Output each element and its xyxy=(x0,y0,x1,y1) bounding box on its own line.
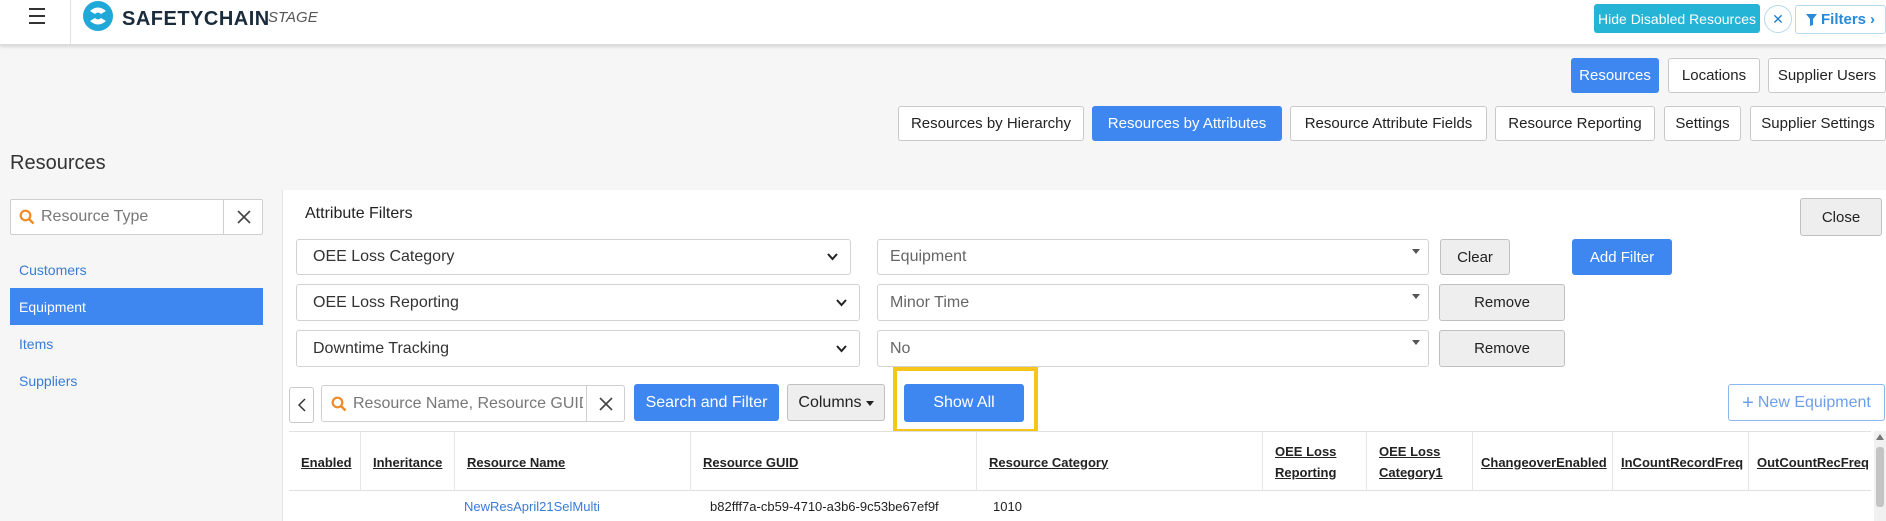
remove-filter-button-2[interactable]: Remove xyxy=(1439,284,1565,321)
resource-search-input[interactable]: Resource Name, Resource GUID xyxy=(321,385,625,422)
column-header-inheritance[interactable]: Inheritance xyxy=(361,432,455,492)
safetychain-logo-icon xyxy=(83,1,113,31)
scroll-up-icon[interactable] xyxy=(1876,434,1884,440)
resource-name-link[interactable]: NewResApril21SelMulti xyxy=(464,491,600,521)
tab-supplier-settings[interactable]: Supplier Settings xyxy=(1750,106,1886,141)
brand-name: SAFETYCHAIN xyxy=(122,8,270,30)
attribute-value-1: Equipment xyxy=(890,248,967,265)
nav-supplier-users-button[interactable]: Supplier Users xyxy=(1768,58,1886,93)
tab-settings[interactable]: Settings xyxy=(1664,106,1741,141)
remove-filter-button-3[interactable]: Remove xyxy=(1439,330,1565,367)
tab-resource-reporting[interactable]: Resource Reporting xyxy=(1495,106,1655,141)
resource-search-placeholder: Resource Name, Resource GUID xyxy=(353,395,583,412)
attribute-value-select-3[interactable]: No xyxy=(877,330,1429,367)
column-header-outcount-rec-freq[interactable]: OutCountRecFreq xyxy=(1749,432,1871,492)
scrollbar-thumb[interactable] xyxy=(1876,447,1884,507)
highlight-box xyxy=(893,367,1038,433)
attribute-select-1[interactable]: OEE Loss Category xyxy=(296,239,851,275)
plus-icon: + xyxy=(1742,391,1754,414)
columns-label: Columns xyxy=(798,393,862,411)
chevron-left-icon xyxy=(297,398,306,412)
tab-resources-by-attributes[interactable]: Resources by Attributes xyxy=(1092,106,1282,141)
column-header-resource-category[interactable]: Resource Category xyxy=(977,432,1263,492)
column-header-oee-loss-reporting[interactable]: OEE Loss Reporting xyxy=(1263,432,1367,492)
attribute-value-select-2[interactable]: Minor Time xyxy=(877,284,1429,321)
resource-type-search[interactable]: Resource Type xyxy=(10,199,263,235)
resource-guid-cell: b82fff7a-cb59-4710-a3b6-9c53be67ef9f xyxy=(710,498,939,514)
attribute-select-3-value: Downtime Tracking xyxy=(313,339,450,357)
sidebar-item-items[interactable]: Items xyxy=(10,325,263,362)
resource-category-cell: 1010 xyxy=(993,498,1022,514)
caret-down-icon xyxy=(1412,249,1420,254)
top-bar: SAFETYCHAIN STAGE Hide Disabled Resource… xyxy=(0,0,1886,45)
new-equipment-button[interactable]: + New Equipment xyxy=(1728,384,1885,421)
clear-search-button[interactable] xyxy=(586,386,624,421)
search-and-filter-button[interactable]: Search and Filter xyxy=(634,384,779,421)
clear-filters-button[interactable]: ✕ xyxy=(1764,5,1792,33)
resource-type-placeholder: Resource Type xyxy=(41,208,149,225)
funnel-icon xyxy=(1805,13,1817,26)
sidebar-item-customers[interactable]: Customers xyxy=(10,251,263,288)
columns-button[interactable]: Columns xyxy=(787,384,885,421)
attribute-select-2-value: OEE Loss Reporting xyxy=(313,293,459,311)
caret-down-icon xyxy=(1412,340,1420,345)
filters-label: Filters xyxy=(1820,11,1866,28)
chevron-right-icon: › xyxy=(1870,11,1875,28)
tab-resources-by-hierarchy[interactable]: Resources by Hierarchy xyxy=(898,106,1084,141)
close-icon xyxy=(598,396,613,411)
new-equipment-label: New Equipment xyxy=(1757,393,1871,411)
attribute-filters-title: Attribute Filters xyxy=(305,205,413,222)
attribute-value-2: Minor Time xyxy=(890,293,970,311)
page-title: Resources xyxy=(10,152,106,174)
column-header-enabled[interactable]: Enabled xyxy=(289,432,361,492)
add-filter-button[interactable]: Add Filter xyxy=(1572,239,1672,275)
caret-down-icon xyxy=(1412,294,1420,299)
column-header-resource-name[interactable]: Resource Name xyxy=(455,432,691,492)
hide-disabled-resources-button[interactable]: Hide Disabled Resources xyxy=(1594,4,1760,33)
chevron-down-icon xyxy=(836,298,847,306)
resource-type-list: Customers Equipment Items Suppliers xyxy=(10,251,263,399)
environment-label: STAGE xyxy=(268,9,318,26)
nav-locations-button[interactable]: Locations xyxy=(1668,58,1760,93)
column-header-oee-loss-category1[interactable]: OEE Loss Category1 xyxy=(1367,432,1473,492)
table-row: NewResApril21SelMulti b82fff7a-cb59-4710… xyxy=(289,491,1871,521)
column-header-changeover-enabled[interactable]: ChangeoverEnabled xyxy=(1473,432,1613,492)
attribute-select-2[interactable]: OEE Loss Reporting xyxy=(296,284,860,321)
hamburger-menu-icon[interactable] xyxy=(26,6,56,28)
close-icon: ✕ xyxy=(1772,10,1784,27)
table-header: Enabled Inheritance Resource Name Resour… xyxy=(289,431,1871,492)
column-header-resource-guid[interactable]: Resource GUID xyxy=(691,432,977,492)
nav-resources-button[interactable]: Resources xyxy=(1571,58,1659,93)
close-button[interactable]: Close xyxy=(1800,198,1882,236)
attribute-value-3: No xyxy=(890,339,911,357)
clear-filter-button[interactable]: Clear xyxy=(1440,239,1510,275)
chevron-down-icon xyxy=(836,344,847,352)
search-icon xyxy=(19,209,35,225)
filters-button[interactable]: Filters › xyxy=(1795,5,1886,34)
sidebar-item-equipment[interactable]: Equipment xyxy=(10,288,263,325)
tab-resource-attribute-fields[interactable]: Resource Attribute Fields xyxy=(1290,106,1487,141)
collapse-sidebar-button[interactable] xyxy=(289,387,314,423)
attribute-select-1-value: OEE Loss Category xyxy=(313,248,455,265)
sidebar-item-suppliers[interactable]: Suppliers xyxy=(10,362,263,399)
search-icon xyxy=(331,396,347,412)
table-scrollbar[interactable] xyxy=(1874,431,1886,521)
topbar-divider xyxy=(70,0,71,45)
chevron-down-icon xyxy=(827,253,838,261)
clear-resource-type-button[interactable] xyxy=(223,200,263,234)
attribute-value-select-1[interactable]: Equipment xyxy=(877,239,1429,275)
caret-down-icon xyxy=(865,401,874,406)
close-icon xyxy=(236,210,251,224)
attribute-select-3[interactable]: Downtime Tracking xyxy=(296,330,860,367)
column-header-incount-record-freq[interactable]: InCountRecordFreq xyxy=(1613,432,1749,492)
